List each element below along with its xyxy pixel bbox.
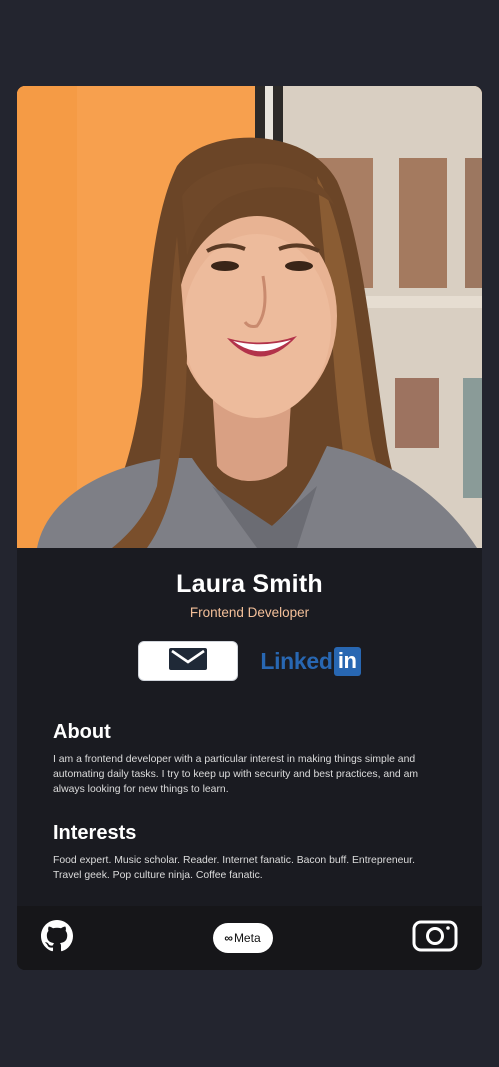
github-icon [41,919,73,957]
profile-title: Frontend Developer [189,605,310,620]
profile-info: Laura Smith Frontend Developer Linked in [17,548,482,681]
linkedin-icon: in [333,646,361,676]
instagram-icon [412,920,458,957]
profile-photo [17,86,482,548]
email-button[interactable] [138,641,239,681]
profile-name: Laura Smith [176,570,323,598]
envelope-icon [169,647,208,675]
interests-heading: Interests [53,822,137,844]
linkedin-button[interactable]: Linked in [260,646,361,676]
about-text: I am a frontend developer with a particu… [53,754,419,795]
meta-icon: ∞ [224,931,233,945]
about-heading: About [53,721,111,743]
meta-button[interactable]: ∞ Meta [212,923,273,953]
instagram-button[interactable] [412,920,458,957]
contact-buttons: Linked in [17,641,482,681]
github-button[interactable] [41,919,73,957]
social-footer: ∞ Meta [17,906,482,970]
meta-label: Meta [233,931,261,945]
interests-text: Food expert. Music scholar. Reader. Inte… [53,855,415,881]
interests-section: Interests Food expert. Music scholar. Re… [17,822,482,883]
linkedin-word: Linked [260,647,333,674]
about-section: About I am a frontend developer with a p… [17,721,482,797]
profile-card: Laura Smith Frontend Developer Linked in… [17,86,482,970]
